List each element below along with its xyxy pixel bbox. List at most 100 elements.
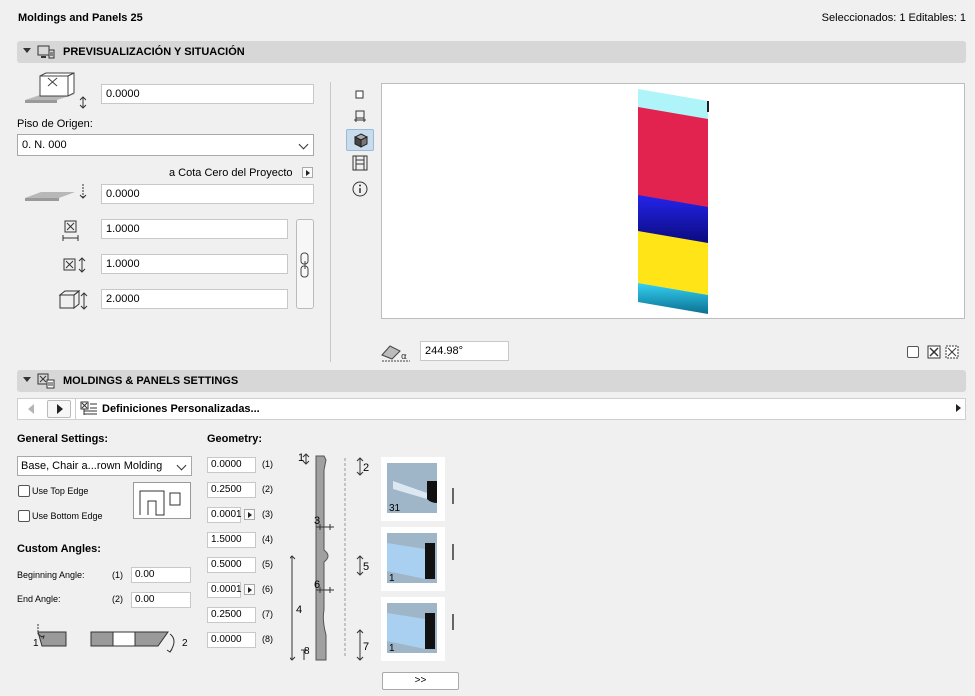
geometry-value-input[interactable]: 0.5000 xyxy=(207,557,256,573)
geometry-value-input[interactable]: 0.0001 xyxy=(207,582,242,598)
view-option-checkbox[interactable] xyxy=(907,346,919,358)
geometry-value-input[interactable]: 0.2500 xyxy=(207,482,256,498)
3d-cube-icon xyxy=(354,133,368,148)
vertical-divider xyxy=(330,82,331,362)
geometry-index-label: (1) xyxy=(262,459,273,469)
reference-level-label: a Cota Cero del Proyecto xyxy=(169,167,293,179)
triangle-left-icon xyxy=(28,404,34,414)
preview-placement-icon xyxy=(37,45,55,59)
angle-diagram-label-1: 1 xyxy=(33,638,39,649)
profile-label-7: 7 xyxy=(363,641,370,653)
profile-label-2: 2 xyxy=(363,462,370,474)
thumbnail-badge: 31 xyxy=(389,503,401,514)
beginning-angle-label: Beginning Angle: xyxy=(17,570,85,580)
geometry-value-input[interactable]: 0.0001 xyxy=(207,507,242,523)
end-angle-label: End Angle: xyxy=(17,594,61,604)
edge-preview xyxy=(133,482,191,519)
depth-input[interactable]: 1.0000 xyxy=(101,254,288,274)
general-settings-heading: General Settings: xyxy=(17,433,109,445)
collapse-arrow-icon[interactable] xyxy=(23,48,31,53)
nav-divider xyxy=(75,399,76,419)
bottom-profile-thumbnail[interactable]: 1 xyxy=(381,597,445,661)
beginning-angle-input[interactable]: 0.00 xyxy=(131,567,191,583)
reference-elevation-icon xyxy=(25,184,87,201)
profile-label-4: 4 xyxy=(296,604,303,616)
geometry-index-label: (2) xyxy=(262,484,273,494)
reference-level-menu-button[interactable] xyxy=(302,167,313,178)
geometry-option-button[interactable] xyxy=(244,584,255,595)
home-story-value: 0. N. 000 xyxy=(22,139,67,151)
molding-profile-diagram xyxy=(290,453,364,661)
rotation-angle-input[interactable]: 244.98° xyxy=(420,341,509,361)
use-bottom-edge-checkbox[interactable] xyxy=(18,510,30,522)
use-top-edge-checkbox[interactable] xyxy=(18,485,30,497)
chevron-down-icon xyxy=(298,139,309,150)
geometry-index-label: (3) xyxy=(262,509,273,519)
selection-status: Seleccionados: 1 Editables: 1 xyxy=(821,12,966,24)
floor-plan-view-icon[interactable] xyxy=(351,86,369,104)
previous-page-button[interactable] xyxy=(19,400,43,418)
3d-view-button[interactable] xyxy=(346,129,374,151)
geometry-value-input[interactable]: 0.2500 xyxy=(207,607,256,623)
collapse-arrow-icon[interactable] xyxy=(23,377,31,382)
section-view-icon[interactable] xyxy=(351,108,369,126)
molding-3d-preview xyxy=(638,89,709,314)
settings-page-title[interactable]: Definiciones Personalizadas... xyxy=(102,403,260,415)
preview-stripe-red xyxy=(638,107,708,210)
proportion-lock-button[interactable] xyxy=(296,219,314,309)
thumbnail-marker xyxy=(452,614,454,630)
geometry-value-input[interactable]: 0.0000 xyxy=(207,632,256,648)
geometry-index-label: (6) xyxy=(262,584,273,594)
show-all-selected-icon[interactable] xyxy=(927,345,941,359)
end-angle-input[interactable]: 0.00 xyxy=(131,592,191,608)
rotation-angle-icon: α xyxy=(381,345,410,362)
geometry-value-input[interactable]: 0.0000 xyxy=(207,457,256,473)
geometry-index-label: (5) xyxy=(262,559,273,569)
profile-label-8: 8 xyxy=(304,646,310,657)
more-button[interactable]: >> xyxy=(382,672,459,690)
beginning-angle-index: (1) xyxy=(112,570,123,580)
thumbnail-marker xyxy=(452,488,454,504)
middle-profile-thumbnail[interactable]: 1 xyxy=(381,527,445,591)
show-dashed-icon[interactable] xyxy=(945,345,959,359)
geometry-option-button[interactable] xyxy=(244,509,255,520)
molding-type-select[interactable]: Base, Chair a...rown Molding xyxy=(17,456,192,476)
geometry-index-label: (7) xyxy=(262,609,273,619)
width-icon xyxy=(62,220,79,241)
section-preview-placement[interactable]: PREVISUALIZACIÓN Y SITUACIÓN xyxy=(17,41,966,63)
geometry-index-label: (8) xyxy=(262,634,273,644)
home-story-label: Piso de Origen: xyxy=(17,118,93,130)
molding-type-value: Base, Chair a...rown Molding xyxy=(21,460,163,472)
geometry-value-input[interactable]: 1.5000 xyxy=(207,532,256,548)
chevron-down-icon xyxy=(176,460,187,471)
3d-preview-pane[interactable] xyxy=(381,83,965,319)
end-angle-index: (2) xyxy=(112,594,123,604)
elevation-input[interactable]: 0.0000 xyxy=(101,84,314,104)
angle-diagram-label-2: 2 xyxy=(182,638,188,649)
width-input[interactable]: 1.0000 xyxy=(101,219,288,239)
profile-label-1: 1 xyxy=(298,452,305,464)
home-story-select[interactable]: 0. N. 000 xyxy=(17,134,314,156)
moldings-settings-icon xyxy=(37,373,55,389)
section-title: PREVISUALIZACIÓN Y SITUACIÓN xyxy=(63,46,245,58)
custom-angles-heading: Custom Angles: xyxy=(17,543,101,555)
reference-elevation-input[interactable]: 0.0000 xyxy=(101,184,314,204)
profile-label-6: 6 xyxy=(314,579,321,591)
info-icon[interactable] xyxy=(351,180,369,198)
thumbnail-badge: 1 xyxy=(389,573,395,584)
elevation-view-icon[interactable] xyxy=(351,154,369,172)
thumbnail-badge: 1 xyxy=(389,643,395,654)
geometry-index-label: (4) xyxy=(262,534,273,544)
next-page-button[interactable] xyxy=(47,400,71,418)
height-icon xyxy=(58,289,88,310)
height-input[interactable]: 2.0000 xyxy=(101,289,288,309)
triangle-right-icon xyxy=(57,404,63,414)
custom-settings-icon xyxy=(80,401,97,415)
top-profile-thumbnail[interactable]: 31 xyxy=(381,457,445,521)
use-top-edge-label: Use Top Edge xyxy=(32,486,89,496)
section-moldings-settings[interactable]: MOLDINGS & PANELS SETTINGS xyxy=(17,370,966,392)
elevation-to-story-icon xyxy=(25,72,87,109)
svg-text:α: α xyxy=(401,352,407,362)
page-menu-arrow-icon[interactable] xyxy=(956,404,961,412)
chain-link-icon xyxy=(300,252,309,278)
